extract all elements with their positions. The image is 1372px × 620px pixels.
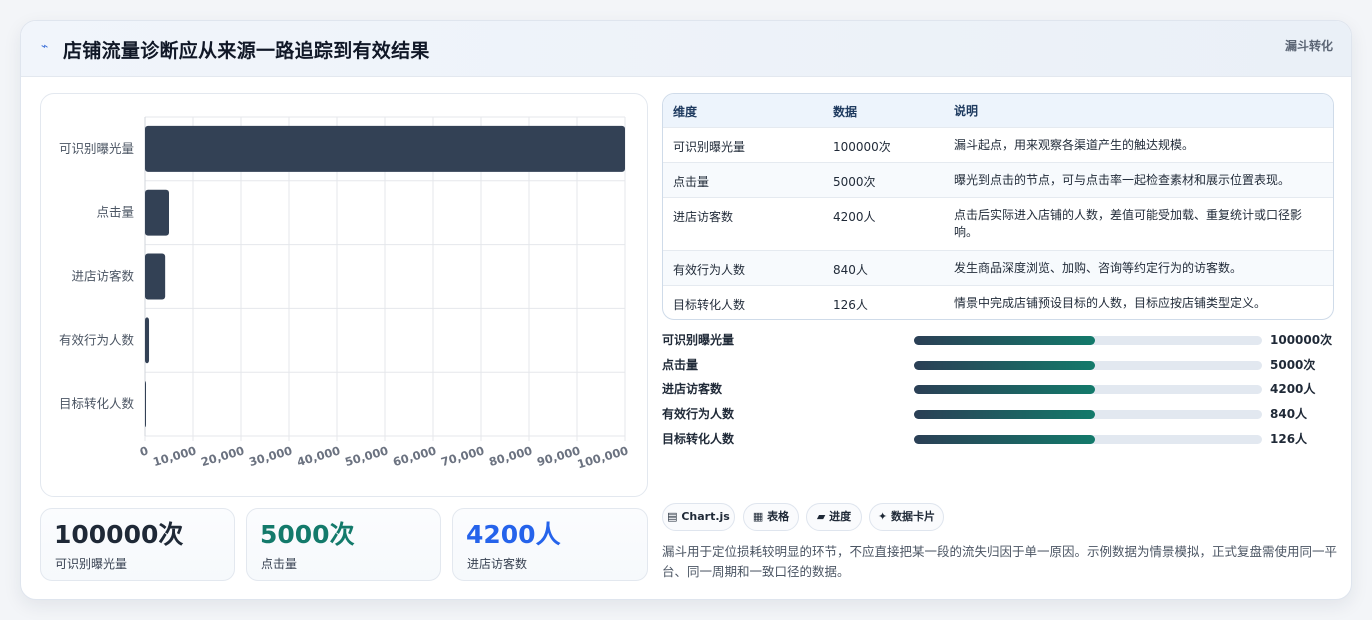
progress-row: 点击量 5000次 [662,354,1334,374]
progress-value: 4200人 [1270,382,1316,396]
x-tick-label: 60,000 [391,443,438,469]
table-row: 有效行为人数 840人 发生商品深度浏览、加购、咨询等约定行为的访客数。 [663,250,1333,285]
table-header-cell: 维度 [673,105,698,119]
progress-fill [914,385,1095,394]
data-table: 维度 数据 说明 可识别曝光量 100000次 漏斗起点，用来观察各渠道产生的触… [662,93,1334,320]
progress-label: 目标转化人数 [662,432,735,446]
x-tick-label: 10,000 [151,443,198,469]
table-cell: 漏斗起点，用来观察各渠道产生的触达规模。 [954,138,1195,152]
progress-fill [914,361,1095,370]
bar [145,189,169,236]
table-cell: 目标转化人数 [673,298,746,312]
footnote-text: 漏斗用于定位损耗较明显的环节，不应直接把某一段的流失归因于单一原因。示例数据为情… [662,544,1338,579]
table-header-cell: 数据 [833,105,858,119]
table-row: 可识别曝光量 100000次 漏斗起点，用来观察各渠道产生的触达规模。 [663,127,1333,162]
progress-label: 进店访客数 [662,382,723,396]
pill-progress[interactable]: ▰ 进度 [806,503,862,531]
progress-fill [914,336,1095,345]
lightning-icon: ⌁ [41,39,49,53]
progress-value: 100000次 [1270,333,1333,347]
pill-table[interactable]: ▦ 表格 [743,503,799,531]
kpi-label: 可识别曝光量 [55,557,128,571]
progress-label: 可识别曝光量 [662,333,735,347]
bar [145,253,166,300]
category-label: 点击量 [96,205,134,220]
progress-row: 目标转化人数 126人 [662,428,1334,448]
card-header: ⌁ 店铺流量诊断应从来源一路追踪到有效结果 漏斗转化 [21,21,1351,77]
table-cell: 100000次 [833,140,891,154]
bar-chart-svg: 0 10,000 20,000 30,000 40,000 50,000 60,000 70,… [59,116,630,471]
progress-row: 有效行为人数 840人 [662,403,1334,423]
funnel-bar-chart: 0 10,000 20,000 30,000 40,000 50,000 60,000 70,… [40,93,648,497]
x-tick-label: 40,000 [295,443,342,469]
pill-chartjs[interactable]: ▤ Chart.js [662,503,735,531]
pill-data-card[interactable]: ✦ 数据卡片 [869,503,944,531]
table-row: 进店访客数 4200人 点击后实际进入店铺的人数，差值可能受加载、重复统计或口径… [663,197,1333,250]
progress-value: 5000次 [1270,358,1316,372]
table-cell: 4200人 [833,210,876,224]
progress-value: 126人 [1270,432,1308,446]
x-tick-label: 80,000 [487,443,534,469]
progress-label: 有效行为人数 [662,407,735,421]
bar [145,125,625,172]
x-tick-label: 30,000 [247,443,294,469]
kpi-card-exposure: 100000次 可识别曝光量 [40,508,235,581]
progress-track [914,385,1262,394]
progress-track [914,435,1262,444]
table-cell: 发生商品深度浏览、加购、咨询等约定行为的访客数。 [954,261,1243,275]
table-cell: 可识别曝光量 [673,140,746,154]
table-cell: 点击后实际进入店铺的人数，差值可能受加载、重复统计或口径影响。 [954,208,1303,239]
progress-row: 进店访客数 4200人 [662,378,1334,398]
category-label: 有效行为人数 [59,332,135,347]
kpi-card-clicks: 5000次 点击量 [246,508,441,581]
progress-track [914,410,1262,419]
kpi-value: 5000次 [260,520,355,549]
category-label: 目标转化人数 [59,396,135,411]
kpi-label: 进店访客数 [467,557,528,571]
table-header-cell: 说明 [954,104,979,118]
table-cell: 有效行为人数 [673,263,746,277]
progress-fill [914,435,1095,444]
table-row: 点击量 5000次 曝光到点击的节点，可与点击率一起检查素材和展示位置表现。 [663,162,1333,197]
progress-row: 可识别曝光量 100000次 [662,329,1334,349]
table-cell: 5000次 [833,175,876,189]
kpi-value: 4200人 [466,520,561,549]
kpi-value: 100000次 [54,520,184,549]
page-title: 店铺流量诊断应从来源一路追踪到有效结果 [63,40,430,62]
x-tick-label: 20,000 [199,443,246,469]
progress-track [914,361,1262,370]
progress-track [914,336,1262,345]
progress-fill [914,410,1095,419]
progress-value: 840人 [1270,407,1308,421]
x-tick-label: 0 [138,443,150,459]
kpi-label: 点击量 [261,557,298,571]
x-tick-label: 90,000 [535,443,582,469]
table-cell: 进店访客数 [673,210,734,224]
table-row: 目标转化人数 126人 情景中完成店铺预设目标的人数，目标应按店铺类型定义。 [663,285,1333,319]
progress-label: 点击量 [662,358,699,372]
table-header-row: 维度 数据 说明 [663,94,1333,127]
x-tick-label: 50,000 [343,443,390,469]
category-label: 进店访客数 [71,269,134,284]
category-label: 可识别曝光量 [59,141,134,156]
bar [145,381,146,428]
dashboard-card: ⌁ 店铺流量诊断应从来源一路追踪到有效结果 漏斗转化 0 10,000 20,000… [20,20,1352,600]
category-tag: 漏斗转化 [1284,39,1333,53]
kpi-card-visitors: 4200人 进店访客数 [452,508,648,581]
x-tick-label: 100,000 [576,443,630,471]
table-cell: 曝光到点击的节点，可与点击率一起检查素材和展示位置表现。 [954,173,1291,187]
table-cell: 840人 [833,263,868,277]
table-cell: 126人 [833,298,868,312]
table-cell: 情景中完成店铺预设目标的人数，目标应按店铺类型定义。 [954,296,1267,310]
x-tick-label: 70,000 [439,443,486,469]
bar [145,317,150,364]
table-cell: 点击量 [673,175,710,189]
